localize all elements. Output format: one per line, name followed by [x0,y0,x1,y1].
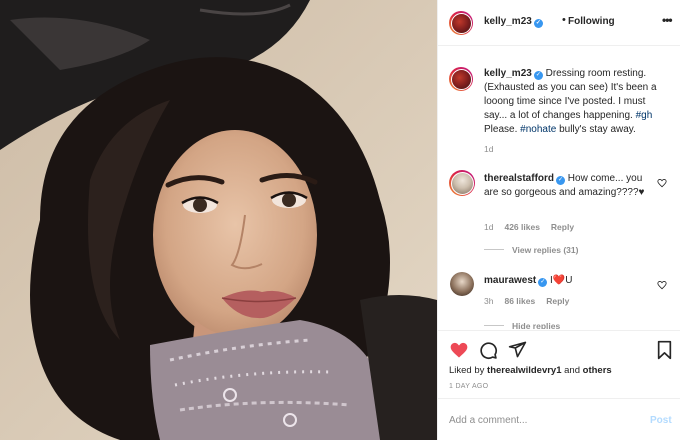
add-comment-bar: Add a comment... Post [438,398,680,440]
caption-text: kelly_m23 ✓ Dressing room resting. (Exhau… [484,68,657,135]
heart-emoji: ❤️ [552,275,566,286]
commenter-avatar[interactable] [449,170,475,196]
comments-list[interactable]: kelly_m23 ✓ Dressing room resting. (Exhau… [438,47,680,329]
liked-by-user[interactable]: therealwildevry1 [487,365,561,376]
comment-username[interactable]: therealstafford [484,173,554,184]
comment-likes[interactable]: 86 likes [504,296,535,306]
verified-icon: ✓ [533,19,543,28]
caption-username[interactable]: kelly_m23 [484,68,532,79]
reply-button[interactable]: Reply [551,222,574,232]
more-icon[interactable]: ••• [662,13,673,27]
comment-meta: 1d 426 likes Reply [484,222,575,232]
comment-text: maurawest ✓ I❤️U [484,275,573,287]
comment-icon[interactable] [478,340,498,360]
commenter-avatar[interactable] [450,272,474,296]
post-header: kelly_m23 ✓ • Following ••• [438,0,680,46]
following-button[interactable]: Following [568,16,615,27]
action-bar: Liked by therealwildevry1 and others 1 D… [438,330,680,396]
verified-icon: ✓ [556,176,566,185]
separator-dot: • [562,14,566,26]
selfie-image [0,0,437,440]
post-timestamp[interactable]: 1 DAY AGO [449,383,488,390]
reply-button[interactable]: Reply [546,296,569,306]
hashtag-link[interactable]: #nohate [520,124,556,135]
hide-replies-button[interactable]: Hide replies [484,321,560,329]
post-sidebar: kelly_m23 ✓ • Following ••• kelly_m23 ✓ Dr… [437,0,680,440]
post-comment-button[interactable]: Post [650,415,672,426]
liked-by-others[interactable]: others [583,365,612,376]
share-icon[interactable] [508,340,527,359]
author-username[interactable]: kelly_m23 ✓ [484,16,543,28]
heart-icon[interactable] [449,340,469,360]
comment-username[interactable]: maurawest [484,275,536,286]
instagram-post: kelly_m23 ✓ • Following ••• kelly_m23 ✓ Dr… [0,0,680,440]
post-photo[interactable] [0,0,437,440]
heart-icon[interactable] [657,178,667,188]
caption-avatar[interactable] [449,67,473,91]
comment-input[interactable]: Add a comment... [449,415,527,426]
liked-by-text: Liked by therealwildevry1 and others [449,365,612,376]
verified-icon: ✓ [538,278,548,287]
author-avatar[interactable] [449,11,473,35]
heart-icon[interactable] [657,280,667,290]
bookmark-icon[interactable] [656,340,673,360]
view-replies-button[interactable]: View replies (31) [484,245,578,255]
comment-text: therealstafford ✓ How come... you are so … [484,173,645,198]
comment-likes[interactable]: 426 likes [504,222,539,232]
caption-meta: 1d [484,144,504,154]
hashtag-link[interactable]: #gh [636,110,653,121]
caption-time[interactable]: 1d [484,144,493,154]
verified-icon: ✓ [533,71,543,80]
comment-meta: 3h 86 likes Reply [484,296,570,306]
